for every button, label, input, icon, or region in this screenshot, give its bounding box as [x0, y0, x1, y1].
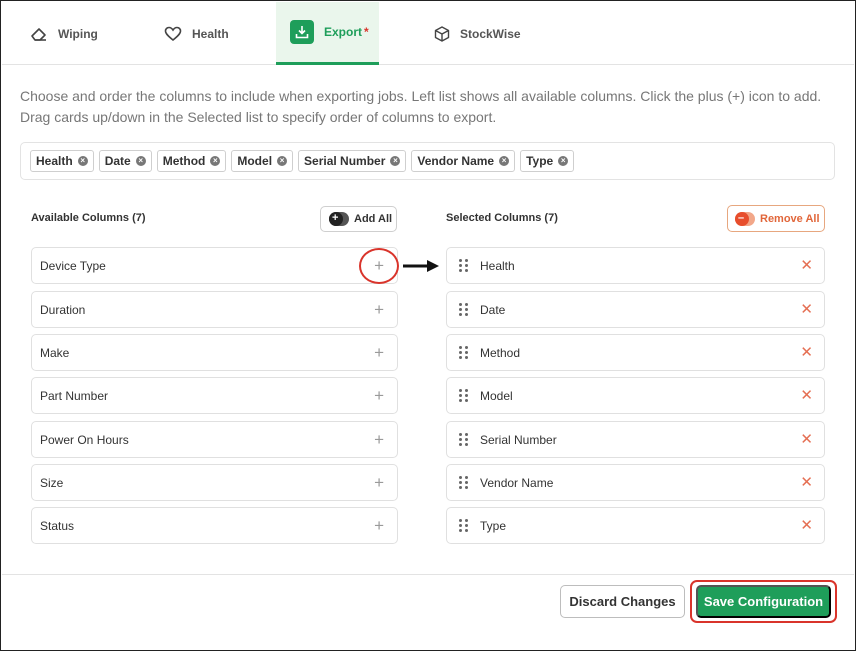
chip-remove-icon[interactable]: × [558, 156, 569, 166]
chip-remove-icon[interactable]: × [135, 156, 146, 166]
heart-icon [164, 26, 182, 42]
box-icon [434, 25, 450, 42]
available-item-label: Size [40, 475, 64, 490]
available-item-power-on-hours[interactable]: Power On Hours + [31, 421, 398, 458]
add-icon[interactable]: + [374, 431, 384, 448]
available-item-label: Part Number [40, 388, 109, 403]
drag-handle-icon[interactable] [459, 303, 469, 316]
tab-export[interactable]: Export * [276, 2, 379, 65]
available-item-label: Make [40, 345, 70, 360]
add-all-button[interactable]: + Add All [320, 206, 397, 232]
add-icon[interactable]: + [374, 301, 384, 318]
app-window: Wiping Health Export * StockWise Choose … [0, 0, 856, 651]
download-icon [290, 20, 314, 44]
chip-method[interactable]: Method × [156, 150, 227, 172]
drag-handle-icon[interactable] [459, 346, 469, 359]
chip-label: Vendor Name [417, 154, 495, 168]
remove-icon[interactable]: ✕ [800, 388, 813, 403]
chip-label: Date [104, 154, 131, 168]
selected-item-method[interactable]: Method ✕ [446, 334, 825, 371]
available-item-label: Device Type [40, 258, 106, 273]
selected-item-label: Type [480, 518, 507, 533]
instructions-text: Choose and order the columns to include … [20, 88, 822, 125]
eraser-icon [30, 26, 48, 42]
available-item-label: Status [40, 518, 75, 533]
chip-remove-icon[interactable]: × [277, 156, 288, 166]
tab-label: Export [324, 25, 363, 39]
minus-toggle-icon: – [735, 211, 755, 226]
annotation-arrow-icon [403, 260, 439, 272]
selected-item-label: Vendor Name [480, 475, 554, 490]
remove-all-button[interactable]: – Remove All [727, 205, 825, 232]
drag-handle-icon[interactable] [459, 476, 469, 489]
tab-wiping[interactable]: Wiping [30, 2, 98, 65]
selected-item-label: Date [480, 302, 506, 317]
tab-label: StockWise [460, 26, 521, 41]
available-item-make[interactable]: Make + [31, 334, 398, 371]
tab-label: Health [192, 26, 229, 41]
chip-label: Serial Number [304, 154, 386, 168]
selected-columns-title: Selected Columns (7) [446, 212, 558, 224]
selected-item-label: Health [480, 258, 515, 273]
plus-toggle-icon: + [329, 212, 349, 226]
discard-changes-button[interactable]: Discard Changes [560, 585, 685, 618]
remove-icon[interactable]: ✕ [800, 258, 813, 273]
available-item-part-number[interactable]: Part Number + [31, 377, 398, 414]
available-item-size[interactable]: Size + [31, 464, 398, 501]
tab-label: Wiping [58, 26, 98, 41]
remove-icon[interactable]: ✕ [800, 475, 813, 490]
tab-health[interactable]: Health [164, 2, 229, 65]
chip-label: Method [162, 154, 206, 168]
selected-item-vendor-name[interactable]: Vendor Name ✕ [446, 464, 825, 501]
available-item-label: Duration [40, 302, 86, 317]
chip-remove-icon[interactable]: × [499, 156, 510, 166]
available-item-duration[interactable]: Duration + [31, 291, 398, 328]
selected-item-label: Method [480, 345, 521, 360]
available-item-label: Power On Hours [40, 432, 129, 447]
remove-icon[interactable]: ✕ [800, 302, 813, 317]
remove-icon[interactable]: ✕ [800, 432, 813, 447]
selected-item-model[interactable]: Model ✕ [446, 377, 825, 414]
drag-handle-icon[interactable] [459, 259, 469, 272]
add-icon[interactable]: + [374, 517, 384, 534]
selected-item-type[interactable]: Type ✕ [446, 507, 825, 544]
unsaved-indicator: * [364, 25, 369, 39]
available-columns-title: Available Columns (7) [31, 212, 146, 224]
tab-stockwise[interactable]: StockWise [434, 2, 521, 65]
footer-divider [2, 574, 854, 575]
chip-remove-icon[interactable]: × [210, 156, 221, 166]
drag-handle-icon[interactable] [459, 519, 469, 532]
remove-icon[interactable]: ✕ [800, 345, 813, 360]
chip-model[interactable]: Model × [231, 150, 294, 172]
chip-date[interactable]: Date × [98, 150, 152, 172]
available-item-device-type[interactable]: Device Type + [31, 247, 398, 284]
chip-remove-icon[interactable]: × [390, 156, 401, 166]
chip-health[interactable]: Health × [30, 150, 94, 172]
chip-label: Type [526, 154, 554, 168]
add-icon[interactable]: + [374, 474, 384, 491]
selected-item-health[interactable]: Health ✕ [446, 247, 825, 284]
chip-label: Health [36, 154, 73, 168]
chip-type[interactable]: Type × [520, 150, 575, 172]
selected-item-label: Serial Number [480, 432, 557, 447]
drag-handle-icon[interactable] [459, 433, 469, 446]
remove-icon[interactable]: ✕ [800, 518, 813, 533]
available-item-status[interactable]: Status + [31, 507, 398, 544]
drag-handle-icon[interactable] [459, 389, 469, 402]
save-configuration-button[interactable]: Save Configuration [696, 585, 831, 618]
selected-item-date[interactable]: Date ✕ [446, 291, 825, 328]
chip-serial-number[interactable]: Serial Number × [298, 150, 407, 172]
add-icon[interactable]: + [374, 387, 384, 404]
chip-label: Model [237, 154, 273, 168]
add-icon[interactable]: + [374, 344, 384, 361]
chip-remove-icon[interactable]: × [77, 156, 88, 166]
selected-item-label: Model [480, 388, 513, 403]
annotation-circle [359, 248, 399, 284]
selected-chips-bar: Health × Date × Method × Model × Serial Numb… [20, 142, 835, 180]
tab-bar: Wiping Health Export * StockWise [2, 2, 854, 65]
selected-item-serial-number[interactable]: Serial Number ✕ [446, 421, 825, 458]
remove-all-label: Remove All [760, 212, 820, 225]
add-all-label: Add All [354, 213, 393, 225]
chip-vendor-name[interactable]: Vendor Name × [411, 150, 516, 172]
